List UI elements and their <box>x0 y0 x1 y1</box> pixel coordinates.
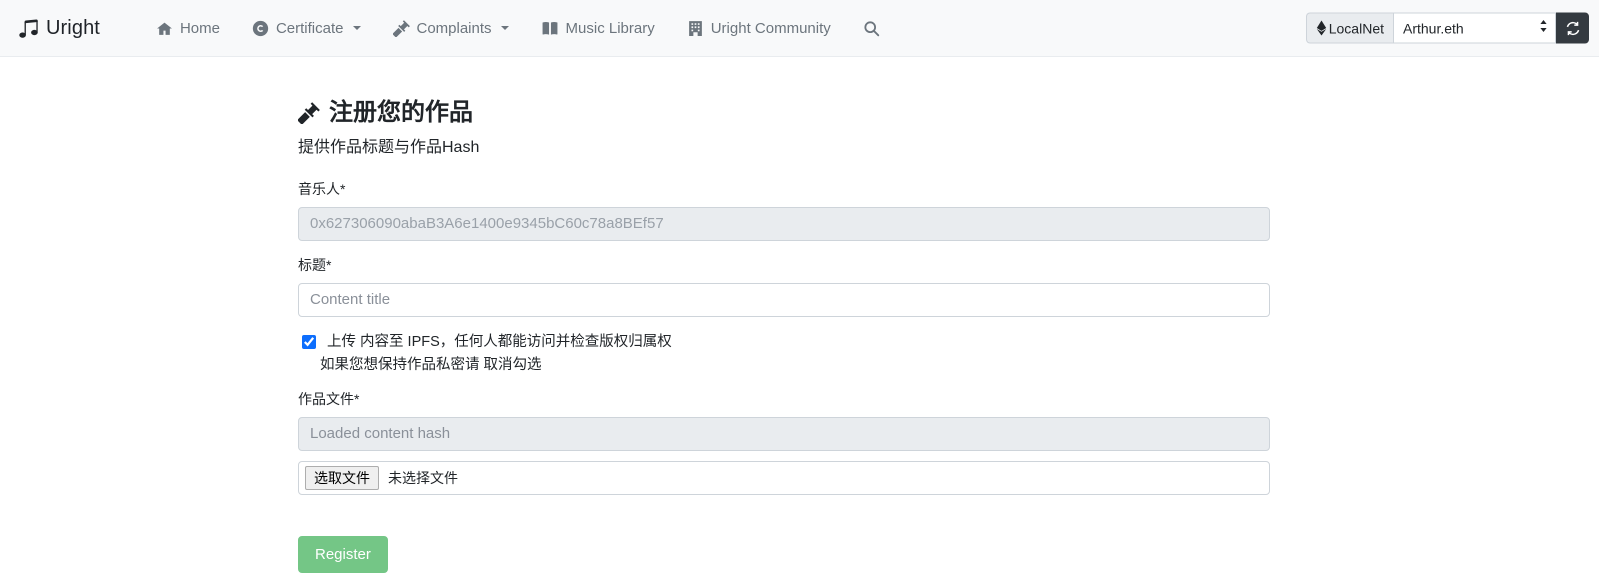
nav-item-home-label: Home <box>179 19 220 37</box>
ipfs-checkbox-row: 上传 内容至 IPFS，任何人都能访问并检查版权归属权 <box>298 332 1270 354</box>
copyright-icon <box>252 20 269 37</box>
account-select[interactable]: Arthur.eth <box>1393 12 1556 44</box>
nav-items: Home Certificate Complaints Music Librar… <box>140 12 896 45</box>
page-subtitle: 提供作品标题与作品Hash <box>298 139 480 156</box>
nav-item-complaints[interactable]: Complaints <box>377 12 525 45</box>
gavel-icon <box>392 19 410 37</box>
nav-item-complaints-label: Complaints <box>416 19 492 37</box>
field-content-file: 作品文件* 选取文件 未选择文件 <box>298 390 1270 495</box>
brand-logo[interactable]: Uright <box>18 17 100 40</box>
file-picker-status: 未选择文件 <box>388 469 458 486</box>
search-button[interactable] <box>847 12 896 45</box>
choose-file-button[interactable]: 选取文件 <box>305 465 379 490</box>
brand-label: Uright <box>46 16 100 39</box>
refresh-icon <box>1565 20 1581 36</box>
ipfs-checkbox-label: 上传 内容至 IPFS，任何人都能访问并检查版权归属权 <box>327 333 672 350</box>
top-navbar: Uright Home Certificate Complaints Music… <box>0 0 1599 57</box>
page-title: 注册您的作品 <box>298 98 1270 128</box>
register-form: 注册您的作品 提供作品标题与作品Hash 音乐人* 标题* 上传 内容至 IPF… <box>298 98 1270 573</box>
page-title-text: 注册您的作品 <box>329 99 473 126</box>
nav-item-certificate-label: Certificate <box>275 19 344 37</box>
chevron-down-icon <box>352 26 361 30</box>
ipfs-upload-checkbox[interactable] <box>302 334 316 349</box>
musician-address-input <box>298 206 1270 241</box>
field-musician: 音乐人* <box>298 180 1270 241</box>
home-icon <box>156 20 173 37</box>
nav-item-uright-community[interactable]: Uright Community <box>671 12 847 45</box>
search-icon <box>863 20 880 37</box>
content-hash-input <box>298 416 1270 451</box>
building-icon <box>687 20 704 37</box>
network-badge-label: LocalNet <box>1328 20 1384 36</box>
page-body: 注册您的作品 提供作品标题与作品Hash 音乐人* 标题* 上传 内容至 IPF… <box>0 57 1599 573</box>
refresh-button[interactable] <box>1556 12 1589 44</box>
music-note-icon <box>18 18 39 39</box>
nav-item-uright-community-label: Uright Community <box>710 19 831 37</box>
nav-item-home[interactable]: Home <box>140 12 236 45</box>
ipfs-checkbox-hint: 如果您想保持作品私密请 取消勾选 <box>320 357 542 374</box>
chevron-down-icon <box>500 26 509 30</box>
network-badge: LocalNet <box>1305 12 1393 44</box>
gavel-icon <box>298 102 320 124</box>
book-icon <box>541 20 559 37</box>
ethereum-icon <box>1316 20 1327 36</box>
field-musician-label: 音乐人* <box>298 181 346 198</box>
field-title: 标题* <box>298 256 1270 317</box>
field-title-label: 标题* <box>298 256 332 273</box>
content-title-input[interactable] <box>298 282 1270 317</box>
field-content-file-label: 作品文件* <box>298 391 360 408</box>
nav-item-music-library-label: Music Library <box>565 19 655 37</box>
nav-item-certificate[interactable]: Certificate <box>236 12 377 45</box>
nav-item-music-library[interactable]: Music Library <box>525 12 671 45</box>
account-select-wrap: Arthur.eth <box>1393 12 1556 44</box>
network-controls: LocalNet Arthur.eth <box>1305 12 1589 44</box>
register-button[interactable]: Register <box>298 535 388 573</box>
file-picker[interactable]: 选取文件 未选择文件 <box>298 460 1270 495</box>
